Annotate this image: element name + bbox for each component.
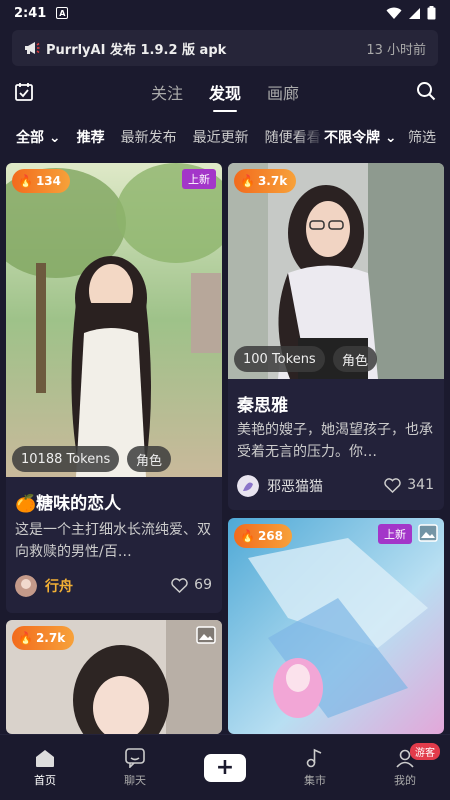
megaphone-icon (25, 42, 40, 54)
like-button[interactable]: 69 (171, 577, 212, 593)
filter-recommended[interactable]: 推荐 (77, 127, 105, 147)
notification-a-icon: A (56, 7, 69, 19)
filter-latest-published[interactable]: 最新发布 (121, 127, 177, 147)
nav-market[interactable]: 集市 (270, 735, 360, 800)
popularity-badge: 🔥 134 (12, 169, 71, 193)
author-info[interactable]: 行舟 (15, 575, 73, 597)
avatar (237, 475, 259, 497)
character-description: 这是一个主打细水长流纯爱、双向救赎的男性/百… (15, 522, 211, 560)
tab-following[interactable]: 关注 (151, 80, 183, 104)
heart-icon (171, 577, 188, 593)
tab-discover[interactable]: 发现 (209, 80, 241, 112)
search-icon[interactable] (416, 81, 436, 101)
character-card[interactable]: 🔥 2.7k (6, 620, 222, 734)
popularity-badge: 🔥 3.7k (234, 169, 297, 193)
nav-home-label: 首页 (34, 773, 56, 787)
like-button[interactable]: 341 (384, 477, 434, 493)
bottom-navigation: 首页 聊天 + 集市 我的 游客 (0, 734, 450, 800)
announcement-time: 13 小时前 (366, 42, 426, 58)
guest-badge: 游客 (410, 743, 440, 760)
flame-icon: 🔥 (240, 529, 255, 543)
flame-icon: 🔥 (18, 174, 33, 188)
home-icon (36, 749, 54, 767)
author-name: 邪恶猫猫 (267, 479, 323, 495)
new-badge: 上新 (378, 524, 412, 544)
character-name: 🍊糖味的恋人 (15, 494, 122, 514)
filter-bar: 全部 ⌄ 推荐 最新发布 最近更新 随便看看 不限令牌 ⌄ 筛选 (0, 118, 450, 156)
screen-filter-button[interactable]: 筛选 (408, 127, 436, 147)
popularity-badge: 🔥 2.7k (12, 626, 75, 650)
status-time: 2:41 (14, 5, 47, 21)
top-navigation: 关注 发现 画廊 (0, 72, 450, 112)
nav-create[interactable]: + (180, 735, 270, 800)
author-info[interactable]: 邪恶猫猫 (237, 475, 323, 497)
nav-chat-label: 聊天 (124, 773, 146, 787)
filter-recently-updated[interactable]: 最近更新 (193, 127, 249, 147)
image-gallery-icon (196, 626, 216, 644)
heart-icon (384, 477, 401, 493)
calendar-check-icon[interactable] (14, 82, 34, 102)
wifi-icon (386, 7, 402, 19)
character-card[interactable]: 🔥 3.7k 100 Tokens 角色 秦思雅 美艳的嫂子，她渴望孩子，也承受着… (228, 163, 444, 510)
character-description: 美艳的嫂子，她渴望孩子，也承受着无言的压力。你… (237, 422, 433, 460)
announcement-banner[interactable]: PurrlyAI 发布 1.9.2 版 apk 13 小时前 (12, 30, 438, 66)
battery-icon (427, 6, 436, 20)
filter-all[interactable]: 全部 ⌄ (16, 127, 61, 147)
create-button[interactable]: + (204, 753, 246, 782)
nav-chat[interactable]: 聊天 (90, 735, 180, 800)
nav-profile[interactable]: 我的 游客 (360, 735, 450, 800)
music-note-icon (306, 748, 322, 767)
character-card[interactable]: 🔥 268 上新 (228, 518, 444, 734)
character-card[interactable]: 🔥 134 上新 10188 Tokens 角色 🍊糖味的恋人 这是一个主打细水长… (6, 163, 222, 613)
like-count: 341 (407, 477, 434, 493)
announcement-title: PurrlyAI 发布 1.9.2 版 apk (46, 42, 227, 58)
flame-icon: 🔥 (240, 174, 255, 188)
role-tag-chip: 角色 (333, 346, 378, 372)
nav-profile-label: 我的 (394, 773, 416, 787)
author-name: 行舟 (45, 579, 73, 595)
image-gallery-icon (418, 524, 438, 542)
character-image (6, 163, 222, 477)
filter-fade (296, 118, 326, 156)
nav-home[interactable]: 首页 (0, 735, 90, 800)
popularity-badge: 🔥 268 (234, 524, 293, 548)
status-bar: 2:41 A (0, 0, 450, 26)
flame-icon: 🔥 (18, 631, 33, 645)
new-badge: 上新 (182, 169, 216, 189)
role-tag-chip: 角色 (127, 446, 172, 472)
nav-market-label: 集市 (304, 773, 326, 787)
chevron-down-icon: ⌄ (48, 130, 61, 146)
character-name: 秦思雅 (237, 396, 288, 416)
chevron-down-icon: ⌄ (384, 130, 397, 146)
like-count: 69 (194, 577, 212, 593)
token-count-chip: 100 Tokens (234, 346, 325, 372)
token-count-chip: 10188 Tokens (12, 446, 120, 472)
character-image (228, 518, 444, 734)
tab-gallery[interactable]: 画廊 (267, 80, 299, 104)
chat-icon (125, 747, 145, 768)
avatar (15, 575, 37, 597)
token-filter[interactable]: 不限令牌 ⌄ (324, 127, 397, 147)
signal-icon (409, 7, 420, 19)
